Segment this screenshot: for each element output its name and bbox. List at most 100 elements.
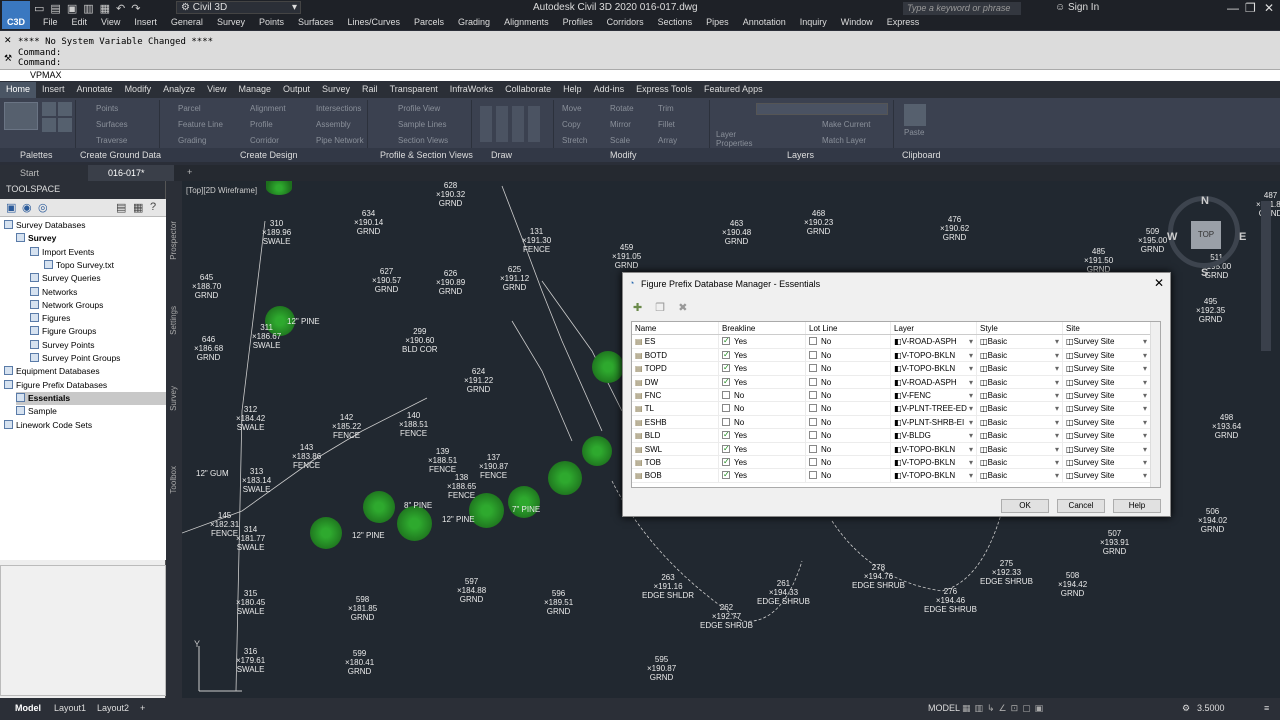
menu-item[interactable]: Insert (127, 17, 164, 27)
new-tab-icon[interactable]: + (187, 167, 192, 177)
palette-btn-1[interactable] (42, 102, 56, 116)
cell-style-wrap[interactable]: ◫Basic ▾ (977, 455, 1063, 469)
cell-site-wrap[interactable]: ◫Survey Site ▾ (1063, 348, 1151, 362)
survey-point-label[interactable]: 645 ×188.70 GRND (192, 273, 221, 300)
tree-view-icon[interactable]: ▤ (116, 201, 126, 214)
saveas-icon[interactable]: ▥ (83, 2, 93, 15)
table-row[interactable]: ▤ TOPDYesNo◧V-TOPO-BKLN▾◫Basic▾◫Survey S… (632, 362, 1160, 376)
cell-name-wrap[interactable]: ▤ ESHB (632, 415, 719, 429)
survey-point-label[interactable]: 476 ×190.62 GRND (940, 215, 969, 242)
chevron-down-icon[interactable]: ▾ (1055, 376, 1059, 388)
stretch-button[interactable]: Stretch (562, 136, 587, 145)
profile-button[interactable]: Profile (250, 120, 273, 129)
ribbon-tab[interactable]: Express Tools (630, 82, 698, 98)
survey-point-label[interactable]: 508 ×194.42 GRND (1058, 571, 1087, 598)
viewport-controls[interactable]: [Top][2D Wireframe] (186, 186, 257, 195)
draw-tools[interactable] (480, 106, 540, 142)
chevron-down-icon[interactable]: ▾ (969, 443, 973, 455)
survey-point-label[interactable]: 312 ×184.42 SWALE (236, 405, 265, 432)
delete-prefix-icon[interactable]: ✖ (678, 302, 687, 314)
survey-point-label[interactable]: 314 ×181.77 SWALE (236, 525, 265, 552)
cell-lotline-wrap[interactable]: No (806, 388, 891, 402)
annotation-scale[interactable]: 3.5000 (1197, 703, 1225, 713)
cell-layer-wrap[interactable]: ◧V-TOPO-BKLN ▾ (891, 362, 977, 375)
survey-point-label[interactable]: 145 ×182.31 FENCE (210, 511, 239, 538)
cell-lotline-wrap[interactable]: No (806, 442, 891, 455)
help-icon[interactable]: ? (150, 201, 156, 213)
col-layer[interactable]: Layer (891, 322, 977, 335)
chevron-down-icon[interactable]: ▾ (1143, 402, 1147, 414)
cell-site-wrap[interactable]: ◫Survey Site ▾ (1063, 388, 1151, 402)
cancel-button[interactable]: Cancel (1057, 499, 1105, 513)
cell-layer-wrap[interactable]: ◧V-ROAD-ASPH ▾ (891, 335, 977, 348)
menu-item[interactable]: Parcels (407, 17, 451, 27)
survey-point-label[interactable]: 509 ×195.00 GRND (1138, 227, 1167, 254)
survey-point-label[interactable]: 299 ×190.60 BLD COR (402, 327, 438, 354)
lotline-checkbox[interactable] (809, 350, 817, 359)
restore-button[interactable]: ❐ (1245, 1, 1256, 15)
menu-item[interactable]: Window (834, 17, 880, 27)
cell-name-wrap[interactable]: ▤ SWL (632, 442, 719, 455)
tab-start[interactable]: Start (0, 165, 88, 181)
cell-layer-wrap[interactable]: ◧V-TOPO-BKLN ▾ (891, 348, 977, 362)
cell-lotline-wrap[interactable]: No (806, 348, 891, 362)
viewcube[interactable]: N S W E TOP (1167, 195, 1246, 279)
close-button[interactable]: ✕ (1264, 1, 1274, 15)
table-row[interactable]: ▤ DWYesNo◧V-ROAD-ASPH▾◫Basic▾◫Survey Sit… (632, 375, 1160, 389)
table-row[interactable]: ▤ TL No No ◧V-PLNT-TREE-ED ▾ ◫Basic ▾ ◫Survey S… (632, 402, 1160, 416)
chevron-down-icon[interactable]: ▾ (969, 389, 973, 401)
table-scrollbar[interactable] (1150, 322, 1160, 487)
alignment-button[interactable]: Alignment (250, 104, 286, 113)
viewcube-top-face[interactable]: TOP (1191, 221, 1221, 249)
table-row[interactable]: ▤ BLDYesNo◧V-BLDG▾◫Basic▾◫Survey Site▾ (632, 429, 1160, 443)
cell-lotline-wrap[interactable]: No (806, 362, 891, 375)
cell-site-wrap[interactable]: ◫Survey Site ▾ (1063, 375, 1151, 388)
chevron-down-icon[interactable]: ▾ (1055, 469, 1059, 481)
menu-item[interactable]: Profiles (556, 17, 600, 27)
breakline-checkbox[interactable] (722, 349, 730, 361)
chevron-down-icon[interactable]: ▾ (1143, 429, 1147, 441)
lotline-checkbox[interactable] (809, 404, 817, 413)
cell-breakline-wrap[interactable]: No (719, 415, 806, 429)
chevron-down-icon[interactable]: ▾ (969, 335, 973, 347)
trim-button[interactable]: Trim (658, 104, 674, 113)
tab-layout1[interactable]: Layout1 (54, 703, 86, 713)
cell-breakline-wrap[interactable]: Yes (719, 429, 806, 442)
survey-point-label[interactable]: 646 ×186.68 GRND (194, 335, 223, 362)
survey-point-label[interactable]: 498 ×193.64 GRND (1212, 413, 1241, 440)
lotline-checkbox[interactable] (809, 444, 817, 453)
ribbon-tab[interactable]: Survey (316, 82, 356, 98)
cell-layer-wrap[interactable]: ◧V-BLDG ▾ (891, 429, 977, 442)
menu-item[interactable]: Surfaces (291, 17, 341, 27)
open-icon[interactable]: ▤ (50, 2, 60, 15)
cell-layer-wrap[interactable]: ◧V-PLNT-SHRB-EI ▾ (891, 415, 977, 429)
breakline-checkbox[interactable] (722, 376, 730, 388)
survey-point-label[interactable]: 626 ×190.89 GRND (436, 269, 465, 296)
col-name[interactable]: Name (632, 322, 719, 335)
chevron-down-icon[interactable]: ▾ (1143, 443, 1147, 455)
survey-point-label[interactable]: 596 ×189.51 GRND (544, 589, 573, 616)
help-button[interactable]: Help (1113, 499, 1161, 513)
survey-point-label[interactable]: 627 ×190.57 GRND (372, 267, 401, 294)
survey-point-label[interactable]: 142 ×185.22 FENCE (332, 413, 361, 440)
survey-point-label[interactable]: 313 ×183.14 SWALE (242, 467, 271, 494)
menu-item[interactable]: Alignments (497, 17, 556, 27)
cell-style-wrap[interactable]: ◫Basic ▾ (977, 335, 1063, 348)
chevron-down-icon[interactable]: ▾ (969, 416, 973, 428)
menu-item[interactable]: Grading (451, 17, 497, 27)
survey-point-label[interactable]: 262 ×192.77 EDGE SHRUB (700, 603, 753, 630)
survey-point-label[interactable]: 263 ×191.16 EDGE SHLDR (642, 573, 694, 600)
cell-site-wrap[interactable]: ◫Survey Site ▾ (1063, 429, 1151, 442)
cell-style-wrap[interactable]: ◫Basic ▾ (977, 362, 1063, 375)
corridor-button[interactable]: Corridor (250, 136, 279, 145)
cell-breakline-wrap[interactable]: Yes (719, 335, 806, 348)
paste-button[interactable]: Paste (904, 128, 924, 137)
app-logo[interactable]: C3D (2, 1, 30, 29)
profile-view-button[interactable]: Profile View (398, 104, 440, 113)
survey-point-label[interactable]: 634 ×190.14 GRND (354, 209, 383, 236)
survey-point-label[interactable]: 485 ×191.50 GRND (1084, 247, 1113, 274)
survey-point-label[interactable]: 507 ×193.91 GRND (1100, 529, 1129, 556)
surfaces-button[interactable]: Surfaces (96, 120, 128, 129)
chevron-down-icon[interactable]: ▾ (969, 429, 973, 441)
tab-layout2[interactable]: Layout2 (97, 703, 129, 713)
